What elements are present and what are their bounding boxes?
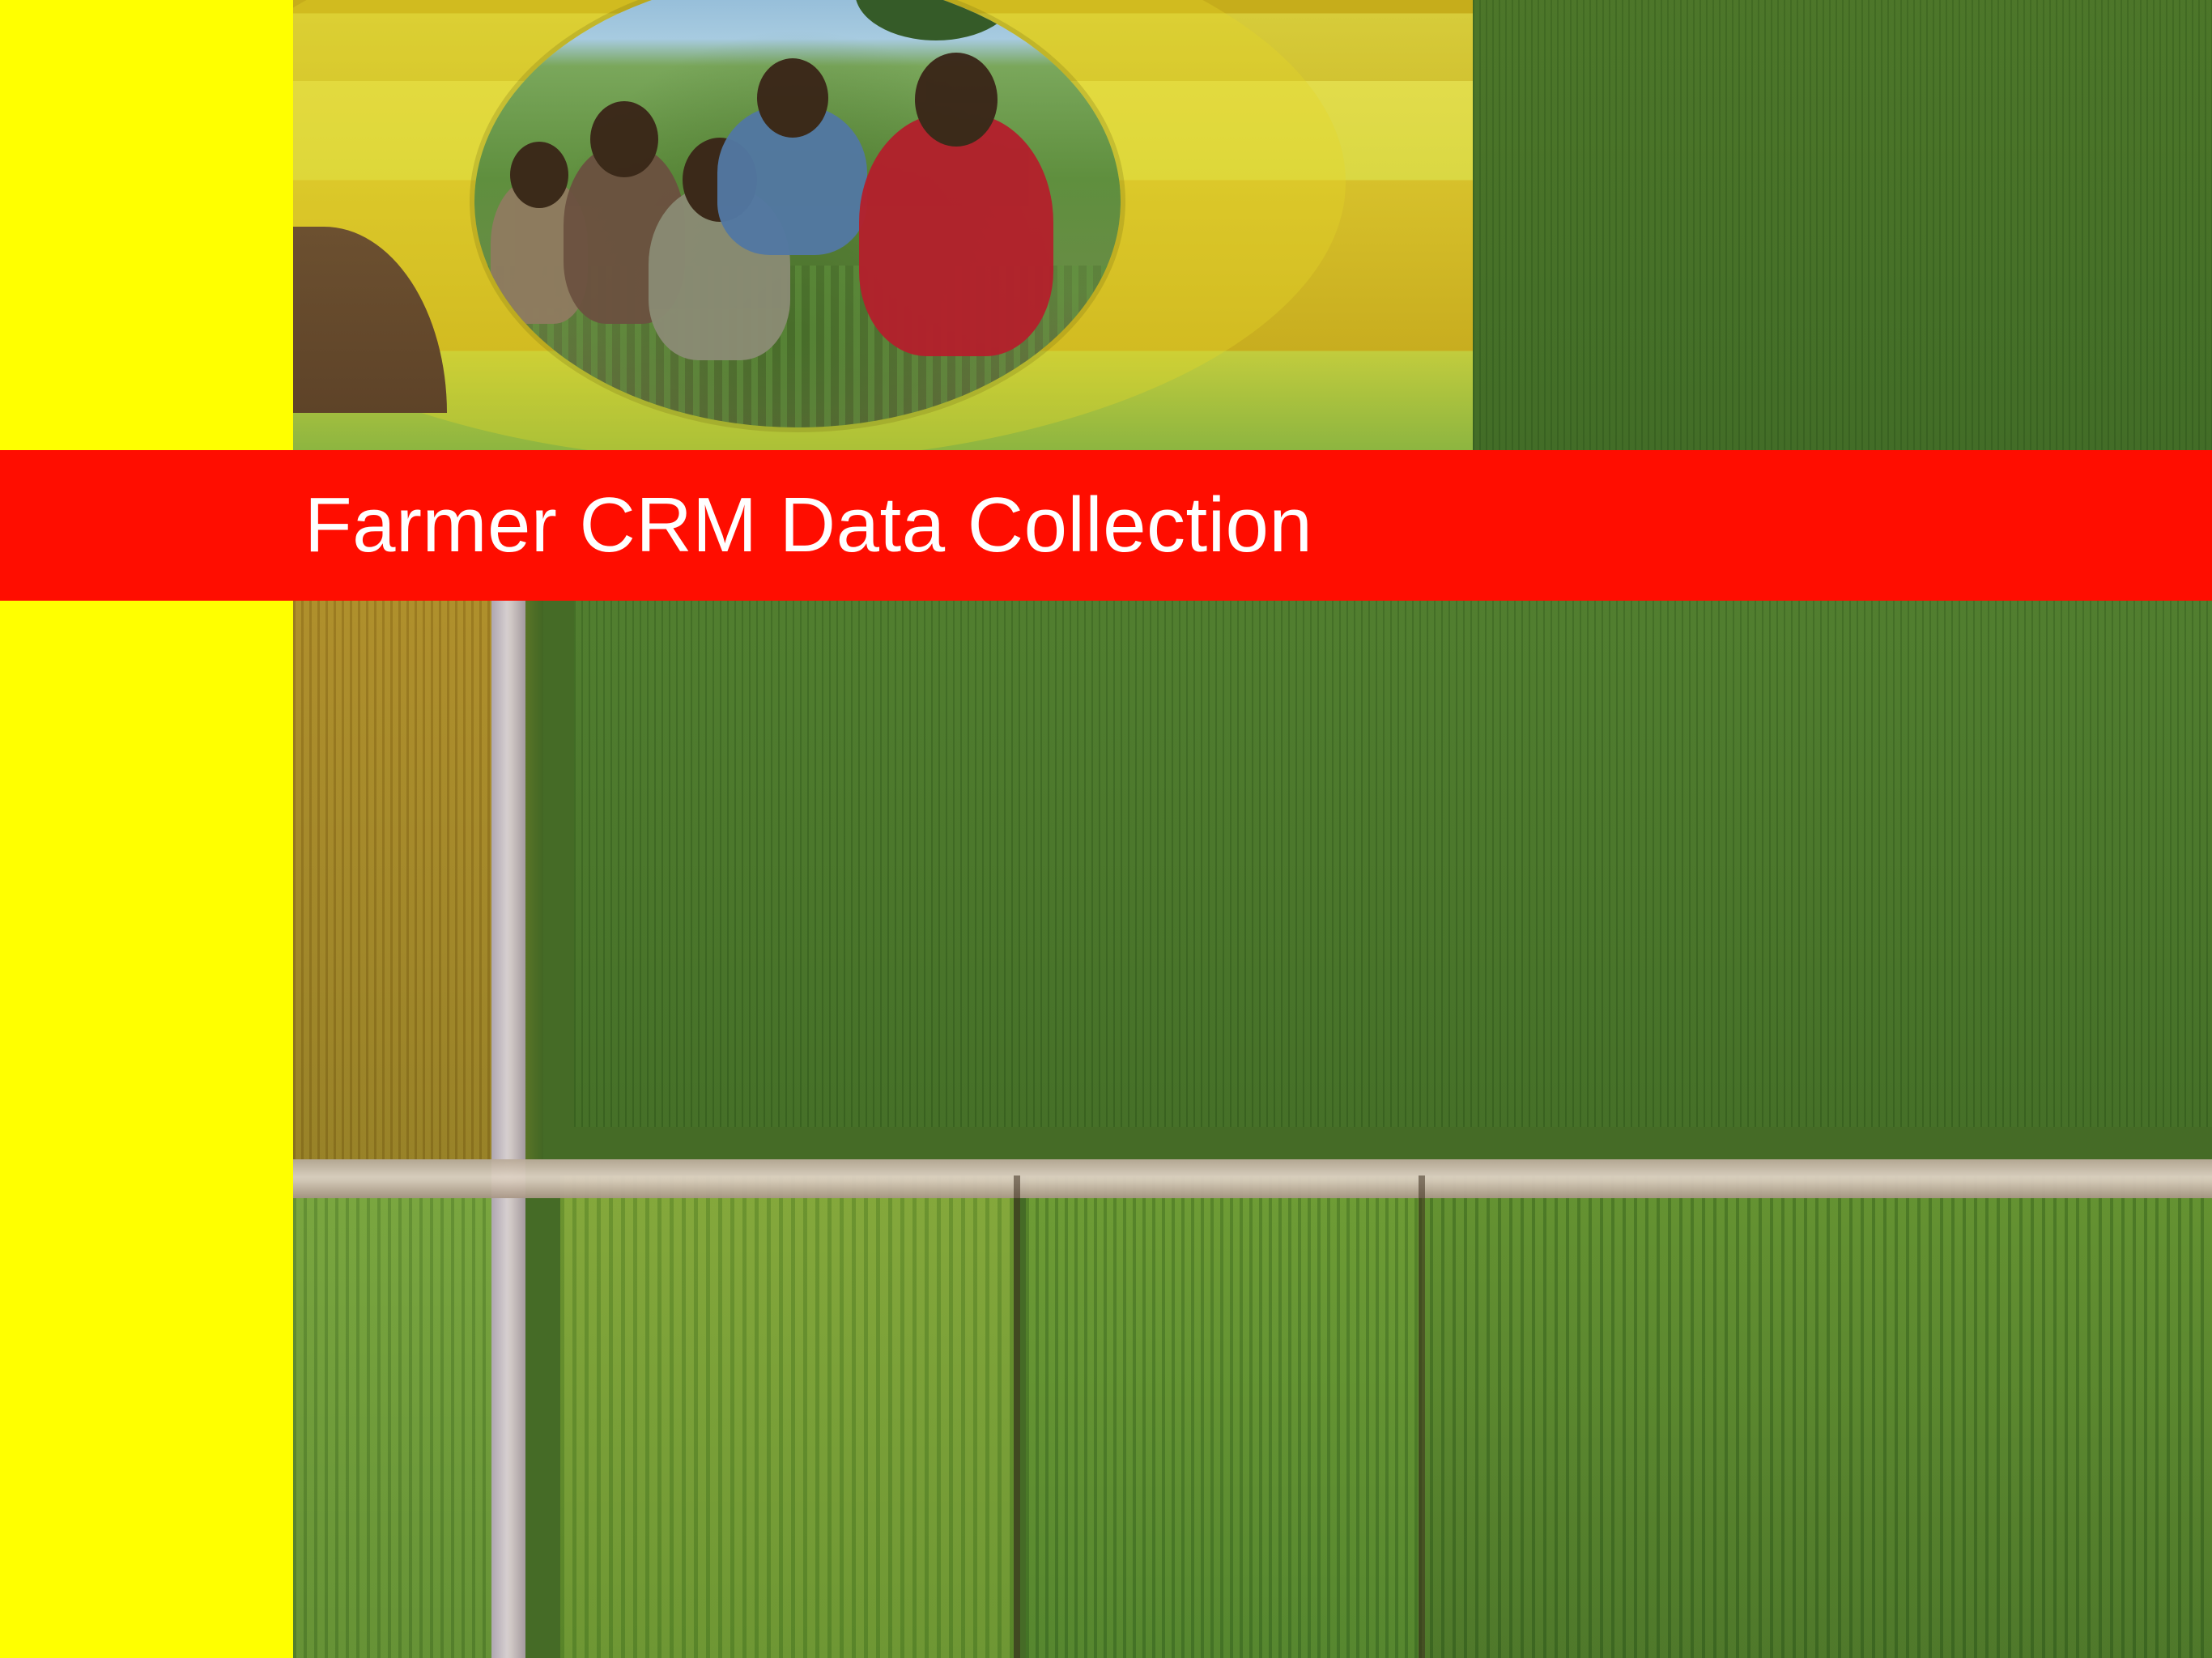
bottom-field-4 <box>1419 1175 2212 1658</box>
child-figure-4 <box>717 58 867 255</box>
field-divider-2 <box>1419 1175 1425 1658</box>
bottom-field-3 <box>1026 1175 1419 1658</box>
bottom-field-2 <box>560 1175 1014 1658</box>
top-right-crop-field <box>1473 0 2212 450</box>
aerial-field-background <box>293 0 2212 1658</box>
large-green-field <box>574 601 2212 1127</box>
page-title: Farmer CRM Data Collection <box>304 482 1313 568</box>
children-photo <box>474 0 1121 427</box>
horizontal-road <box>293 1159 2212 1198</box>
vertical-road <box>491 601 525 1658</box>
child-head-5 <box>915 53 998 147</box>
lower-crop-fields <box>293 601 2212 1658</box>
golden-field <box>293 601 491 1159</box>
screen: Farmer CRM Data Collection <box>0 0 2212 1658</box>
title-banner: Farmer CRM Data Collection <box>0 450 2212 601</box>
yellow-field-header-area <box>293 0 1473 450</box>
bottom-left-field <box>293 1198 491 1658</box>
tree-shape <box>855 0 1017 40</box>
child-head-4 <box>756 58 828 138</box>
field-edge-shadow <box>525 601 543 1159</box>
left-yellow-strip <box>0 0 293 1658</box>
child-figure-5 <box>859 53 1053 356</box>
child-head-2 <box>590 101 658 177</box>
field-divider-1 <box>1014 1175 1020 1658</box>
child-head-1 <box>510 142 568 208</box>
